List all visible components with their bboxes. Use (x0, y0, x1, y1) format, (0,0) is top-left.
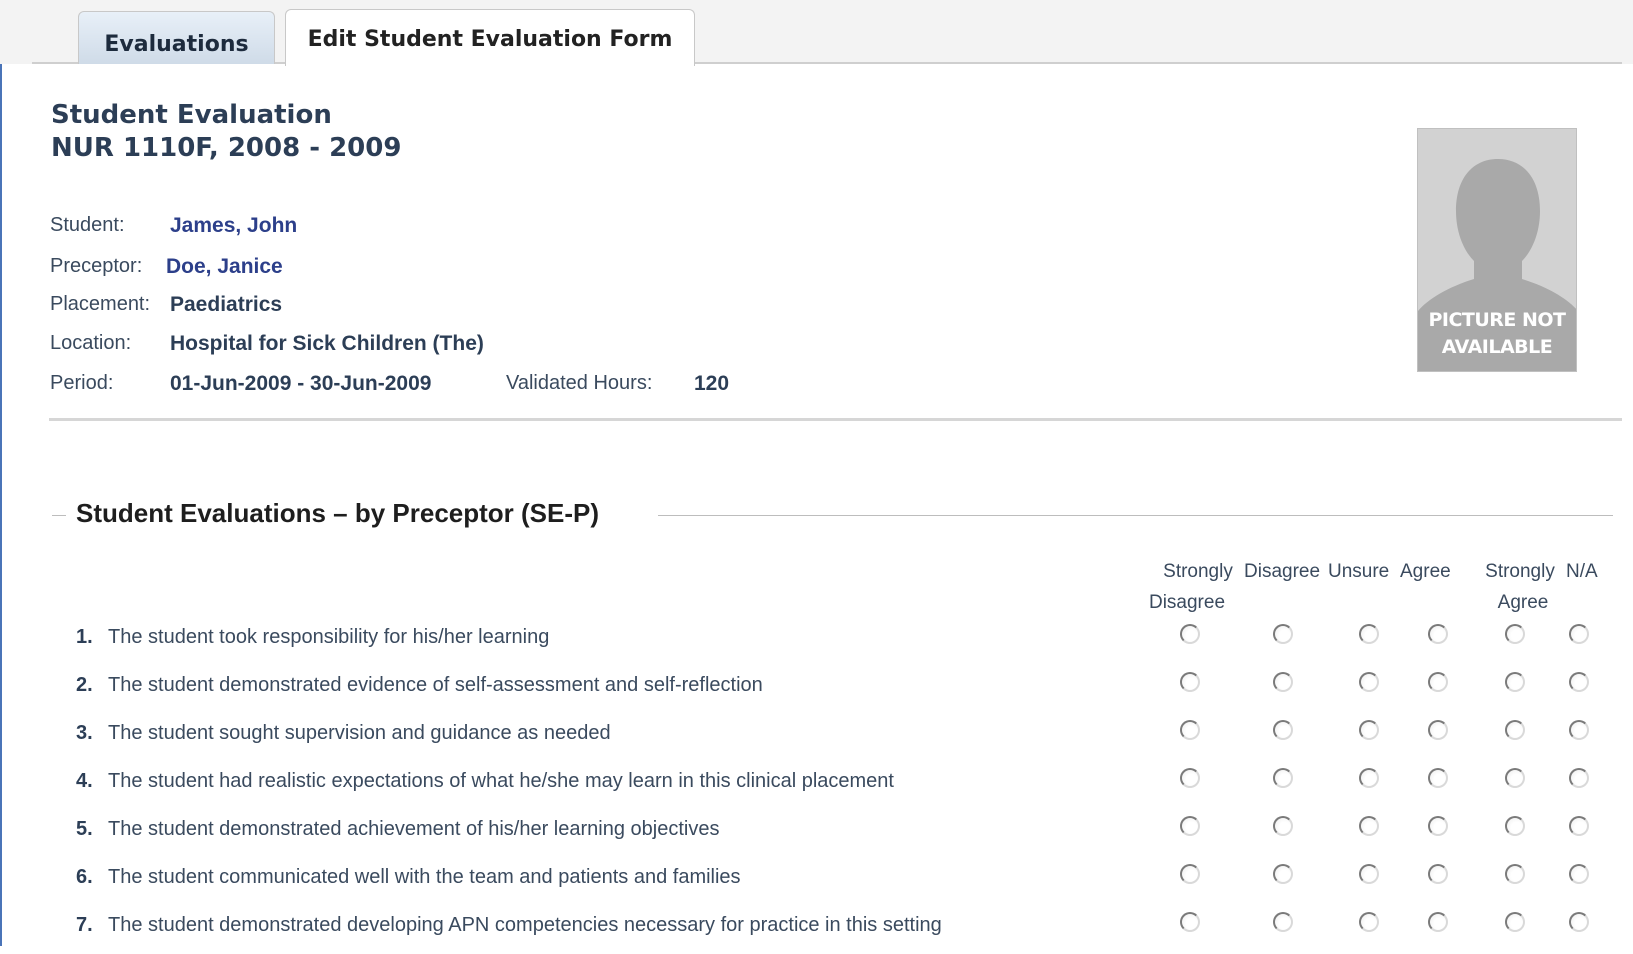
radio-na[interactable] (1569, 912, 1589, 932)
question-text: The student demonstrated achievement of … (108, 818, 720, 840)
tab-evaluations[interactable]: Evaluations (78, 11, 275, 64)
question-text: The student took responsibility for his/… (108, 626, 550, 648)
radio-disagree[interactable] (1273, 720, 1293, 740)
question-text: The student demonstrated evidence of sel… (108, 674, 763, 696)
question-number: 3. (76, 722, 93, 744)
page-title: Student Evaluation (51, 100, 332, 130)
radio-strongly-agree[interactable] (1505, 720, 1525, 740)
picture-not-available-text: PICTURE NOT AVAILABLE (1428, 309, 1566, 358)
validated-hours-value: 120 (694, 372, 730, 395)
student-name-link[interactable]: James, John (170, 214, 297, 238)
question-row: 2. The student demonstrated evidence of … (76, 672, 1616, 714)
tab-edit-student-evaluation-form[interactable]: Edit Student Evaluation Form (285, 9, 695, 66)
radio-disagree[interactable] (1273, 912, 1293, 932)
question-number: 4. (76, 770, 93, 792)
radio-unsure[interactable] (1359, 864, 1379, 884)
column-header-unsure: Unsure (1328, 561, 1390, 582)
student-label: Student: (50, 214, 125, 236)
radio-unsure[interactable] (1359, 624, 1379, 644)
radio-strongly-agree[interactable] (1505, 768, 1525, 788)
radio-strongly-disagree[interactable] (1180, 672, 1200, 692)
header-divider (49, 418, 1622, 421)
question-row: 5. The student demonstrated achievement … (76, 816, 1616, 858)
radio-disagree[interactable] (1273, 768, 1293, 788)
radio-strongly-disagree[interactable] (1180, 912, 1200, 932)
radio-agree[interactable] (1428, 720, 1448, 740)
question-row: 3. The student sought supervision and gu… (76, 720, 1616, 762)
radio-disagree[interactable] (1273, 624, 1293, 644)
radio-na[interactable] (1569, 720, 1589, 740)
course-subtitle: NUR 1110F, 2008 - 2009 (51, 133, 402, 163)
radio-strongly-disagree[interactable] (1180, 816, 1200, 836)
radio-na[interactable] (1569, 768, 1589, 788)
question-number: 6. (76, 866, 93, 888)
question-number: 2. (76, 674, 93, 696)
question-text: The student communicated well with the t… (108, 866, 741, 888)
radio-unsure[interactable] (1359, 912, 1379, 932)
question-number: 7. (76, 914, 93, 936)
radio-na[interactable] (1569, 672, 1589, 692)
question-row: 7. The student demonstrated developing A… (76, 912, 1616, 954)
section-rule-left (52, 515, 66, 516)
question-row: 4. The student had realistic expectation… (76, 768, 1616, 810)
radio-agree[interactable] (1428, 624, 1448, 644)
radio-disagree[interactable] (1273, 816, 1293, 836)
radio-agree[interactable] (1428, 864, 1448, 884)
preceptor-label: Preceptor: (50, 255, 143, 277)
location-label: Location: (50, 332, 132, 354)
radio-disagree[interactable] (1273, 864, 1293, 884)
radio-strongly-disagree[interactable] (1180, 720, 1200, 740)
radio-unsure[interactable] (1359, 672, 1379, 692)
radio-strongly-disagree[interactable] (1180, 768, 1200, 788)
radio-agree[interactable] (1428, 816, 1448, 836)
radio-unsure[interactable] (1359, 816, 1379, 836)
radio-agree[interactable] (1428, 768, 1448, 788)
question-row: 6. The student communicated well with th… (76, 864, 1616, 906)
question-row: 1. The student took responsibility for h… (76, 624, 1616, 666)
question-number: 1. (76, 626, 93, 648)
placement-label: Placement: (50, 293, 151, 315)
column-header-disagree: Disagree (1244, 561, 1321, 582)
radio-disagree[interactable] (1273, 672, 1293, 692)
location-value: Hospital for Sick Children (The) (170, 332, 484, 355)
question-text: The student had realistic expectations o… (108, 770, 894, 792)
period-value: 01-Jun-2009 - 30-Jun-2009 (170, 372, 432, 395)
period-label: Period: (50, 372, 114, 394)
column-header-strongly-disagree: Strongly Disagree (1148, 561, 1233, 613)
radio-strongly-agree[interactable] (1505, 912, 1525, 932)
column-header-strongly-agree: Strongly Agree (1485, 561, 1555, 613)
question-text: The student sought supervision and guida… (108, 722, 611, 744)
placement-value: Paediatrics (170, 293, 283, 316)
radio-unsure[interactable] (1359, 768, 1379, 788)
radio-strongly-agree[interactable] (1505, 864, 1525, 884)
radio-strongly-agree[interactable] (1505, 624, 1525, 644)
radio-strongly-agree[interactable] (1505, 672, 1525, 692)
student-photo-placeholder: PICTURE NOT AVAILABLE (1417, 128, 1577, 372)
radio-unsure[interactable] (1359, 720, 1379, 740)
preceptor-name-link[interactable]: Doe, Janice (166, 255, 283, 279)
radio-na[interactable] (1569, 864, 1589, 884)
radio-na[interactable] (1569, 816, 1589, 836)
radio-strongly-disagree[interactable] (1180, 624, 1200, 644)
radio-agree[interactable] (1428, 672, 1448, 692)
question-number: 5. (76, 818, 93, 840)
radio-strongly-disagree[interactable] (1180, 864, 1200, 884)
section-title: Student Evaluations – by Preceptor (SE-P… (76, 498, 599, 528)
radio-agree[interactable] (1428, 912, 1448, 932)
radio-na[interactable] (1569, 624, 1589, 644)
section-rule-right (658, 515, 1613, 516)
column-header-na: N/A (1566, 561, 1598, 582)
question-text: The student demonstrated developing APN … (108, 914, 942, 936)
radio-strongly-agree[interactable] (1505, 816, 1525, 836)
column-header-agree: Agree (1400, 561, 1451, 582)
validated-hours-label: Validated Hours: (506, 372, 653, 394)
